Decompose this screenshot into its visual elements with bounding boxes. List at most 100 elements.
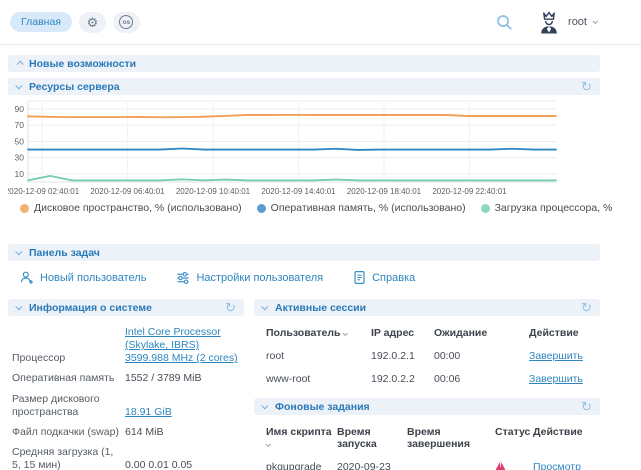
session-ip: 192.0.2.1 — [371, 350, 434, 362]
task-link-label: Новый пользователь — [40, 272, 146, 284]
bgtask-row: pkgupgrade 2020-09-23 02:53:23.004 Просм… — [254, 461, 600, 470]
legend-item: Загрузка процессора, % — [481, 202, 613, 214]
task-link-label: Настройки пользователя — [196, 272, 323, 284]
chart-legend: Дисковое пространство, % (использовано) … — [20, 202, 641, 214]
column-header-action: Действие — [533, 426, 600, 438]
chevron-down-icon — [592, 18, 598, 24]
sessions-header-row: Пользователь IP адрес Ожидание Действие — [254, 327, 600, 339]
chevron-up-icon — [17, 61, 24, 68]
terminate-session-link[interactable]: Завершить — [529, 350, 583, 362]
task-link-label: Справка — [372, 272, 415, 284]
column-header-user[interactable]: Пользователь — [266, 327, 371, 339]
disk-size-link[interactable]: 18.91 GiB — [125, 406, 172, 418]
svg-text:30: 30 — [15, 153, 25, 163]
sort-chevron-icon — [265, 441, 271, 447]
column-header-script[interactable]: Имя скрипта — [266, 426, 337, 450]
topbar: Главная ⚙ os root — [0, 0, 641, 45]
sysinfo-value: 0.00 0.01 0.05 — [125, 459, 244, 470]
resources-chart: 10 30 50 70 90 2020-12-09 02:40:01 2020-12-09 … — [8, 98, 600, 202]
refresh-icon[interactable]: ↻ — [581, 301, 592, 314]
column-header-ip: IP адрес — [371, 327, 434, 339]
session-user: www-root — [266, 373, 371, 385]
sort-chevron-icon — [343, 330, 349, 336]
chevron-down-icon — [15, 82, 22, 89]
bgtask-name: pkgupgrade — [266, 461, 337, 470]
settings-button[interactable]: ⚙ — [79, 12, 106, 33]
session-user: root — [266, 350, 371, 362]
sysinfo-label: Размер дискового пространства — [12, 393, 125, 419]
section-title: Информация о системе — [29, 302, 152, 314]
column-header-start: Время запуска — [337, 426, 407, 450]
svg-text:50: 50 — [15, 136, 25, 146]
legend-item: Оперативная память, % (использовано) — [257, 202, 466, 214]
session-wait: 00:06 — [434, 373, 529, 385]
new-user-icon — [20, 270, 34, 285]
user-settings-button[interactable]: Настройки пользователя — [176, 271, 323, 285]
view-task-link[interactable]: Просмотр — [533, 461, 581, 470]
os-button[interactable]: os — [113, 12, 140, 33]
legend-label: Загрузка процессора, % — [495, 202, 613, 214]
search-button[interactable] — [495, 13, 514, 32]
section-sysinfo[interactable]: Информация о системе ↻ — [8, 299, 244, 316]
session-row: www-root 192.0.2.2 00:06 Завершить — [254, 373, 600, 385]
help-button[interactable]: Справка — [353, 270, 415, 285]
svg-text:2020-12-09 14:40:01: 2020-12-09 14:40:01 — [261, 187, 336, 196]
user-avatar-icon — [536, 10, 562, 35]
section-whatsnew[interactable]: Новые возможности — [8, 55, 600, 72]
session-row: root 192.0.2.1 00:00 Завершить — [254, 350, 600, 362]
sysinfo-label: Оперативная память — [12, 372, 125, 385]
chevron-down-icon — [261, 402, 268, 409]
section-title: Активные сессии — [275, 302, 366, 314]
sysinfo-label: Средняя загрузка (1, 5, 15 мин) — [12, 446, 125, 470]
cpu-link[interactable]: Intel Core Processor (Skylake, IBRS) 359… — [125, 326, 238, 364]
section-bgtasks[interactable]: Фоновые задания ↻ — [254, 398, 600, 415]
column-header-status: Статус — [495, 426, 533, 438]
svg-text:70: 70 — [15, 120, 25, 130]
warning-icon — [495, 461, 506, 470]
cpu-series-dot — [481, 204, 490, 213]
section-title: Новые возможности — [29, 58, 136, 70]
session-ip: 192.0.2.2 — [371, 373, 434, 385]
sysinfo-table: Процессор Intel Core Processor (Skylake,… — [12, 326, 244, 470]
user-menu[interactable]: root — [536, 10, 605, 35]
svg-text:2020-12-09 02:40:01: 2020-12-09 02:40:01 — [8, 187, 80, 196]
column-header-end: Время завершения — [407, 426, 495, 450]
svg-text:2020-12-09 22:40:01: 2020-12-09 22:40:01 — [432, 187, 507, 196]
search-icon — [495, 13, 514, 32]
bgtask-start: 2020-09-23 02:53:23.004 — [337, 461, 407, 470]
terminate-session-link[interactable]: Завершить — [529, 373, 583, 385]
sysinfo-value: 1552 / 3789 MiB — [125, 372, 244, 385]
user-settings-icon — [176, 271, 190, 285]
svg-text:2020-12-09 06:40:01: 2020-12-09 06:40:01 — [90, 187, 165, 196]
section-sessions[interactable]: Активные сессии ↻ — [254, 299, 600, 316]
svg-text:2020-12-09 10:40:01: 2020-12-09 10:40:01 — [176, 187, 251, 196]
section-title: Панель задач — [29, 247, 100, 259]
disk-series-dot — [20, 204, 29, 213]
section-tasks[interactable]: Панель задач — [8, 244, 600, 261]
legend-label: Оперативная память, % (использовано) — [271, 202, 466, 214]
svg-text:2020-12-09 18:40:01: 2020-12-09 18:40:01 — [347, 187, 422, 196]
refresh-icon[interactable]: ↻ — [581, 80, 592, 93]
section-resources[interactable]: Ресурсы сервера ↻ — [8, 78, 600, 95]
sysinfo-value: 614 MiB — [125, 426, 244, 439]
tab-main[interactable]: Главная — [10, 12, 72, 32]
chevron-down-icon — [15, 248, 22, 255]
refresh-icon[interactable]: ↻ — [225, 301, 236, 314]
svg-text:90: 90 — [15, 104, 25, 114]
chevron-down-icon — [261, 303, 268, 310]
session-wait: 00:00 — [434, 350, 529, 362]
user-name: root — [568, 16, 587, 28]
section-title: Фоновые задания — [275, 401, 370, 413]
sysinfo-label: Процессор — [12, 352, 125, 365]
legend-label: Дисковое пространство, % (использовано) — [34, 202, 242, 214]
column-header-wait: Ожидание — [434, 327, 529, 339]
svg-text:10: 10 — [15, 169, 25, 179]
sysinfo-label: Файл подкачки (swap) — [12, 426, 125, 439]
ram-series-dot — [257, 204, 266, 213]
new-user-button[interactable]: Новый пользователь — [20, 270, 146, 285]
section-title: Ресурсы сервера — [29, 81, 120, 93]
os-icon: os — [119, 15, 133, 29]
bgtasks-header-row: Имя скрипта Время запуска Время завершен… — [254, 426, 600, 450]
refresh-icon[interactable]: ↻ — [581, 400, 592, 413]
gear-icon: ⚙ — [87, 16, 99, 29]
